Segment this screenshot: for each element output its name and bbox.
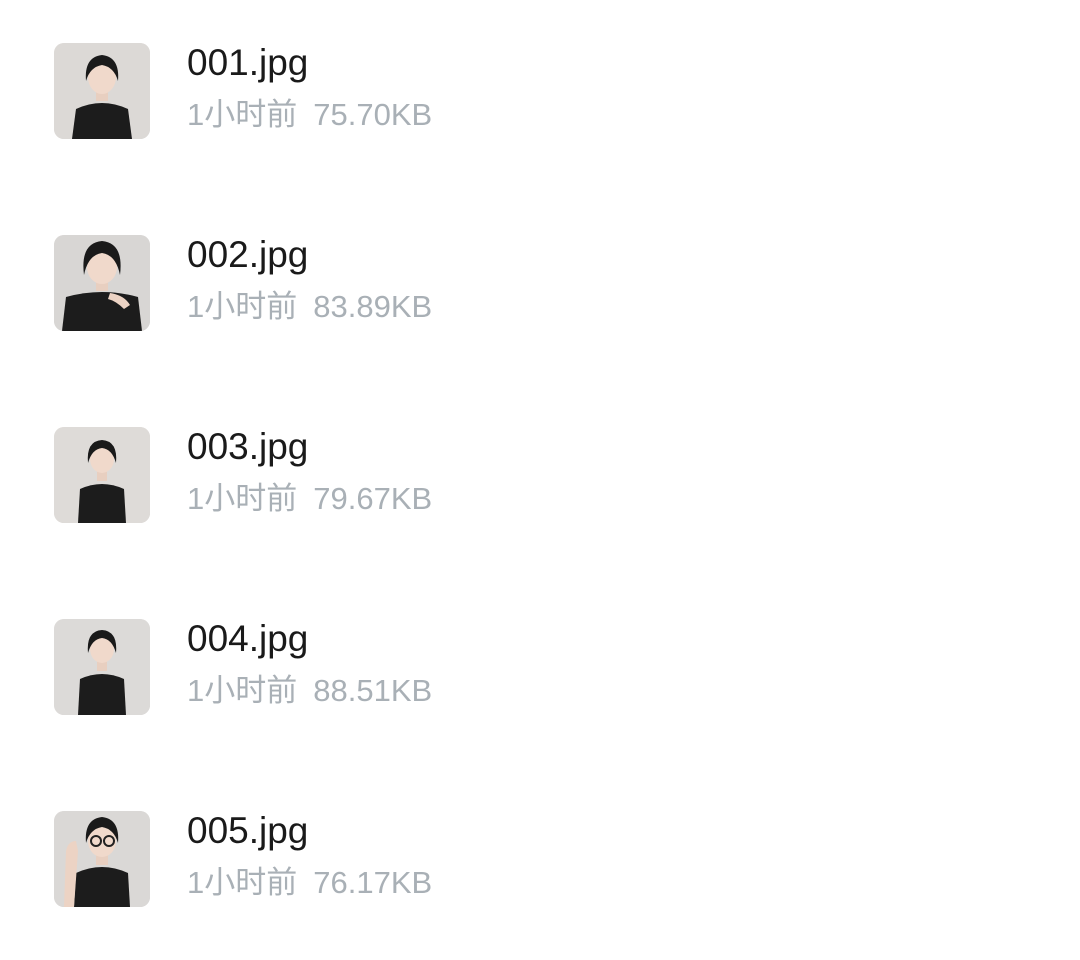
file-name[interactable]: 002.jpg	[187, 232, 308, 278]
photo-thumbnail[interactable]	[54, 811, 150, 907]
file-name[interactable]: 001.jpg	[187, 40, 308, 86]
file-meta: 1小时前 76.17KB	[187, 863, 432, 903]
file-time: 1小时前	[187, 97, 298, 132]
file-size: 88.51KB	[313, 673, 433, 708]
portrait-photo-icon	[54, 811, 150, 907]
file-row[interactable]: 005.jpg 1小时前 76.17KB	[0, 768, 1080, 960]
file-name[interactable]: 005.jpg	[187, 808, 308, 854]
portrait-photo-icon	[54, 235, 150, 331]
file-row[interactable]: 002.jpg 1小时前 83.89KB	[0, 192, 1080, 384]
file-meta: 1小时前 83.89KB	[187, 287, 432, 327]
portrait-photo-icon	[54, 43, 150, 139]
file-size: 75.70KB	[313, 97, 433, 132]
file-time: 1小时前	[187, 865, 298, 900]
file-row[interactable]: 003.jpg 1小时前 79.67KB	[0, 384, 1080, 576]
file-size: 76.17KB	[313, 865, 433, 900]
file-name[interactable]: 004.jpg	[187, 616, 308, 662]
portrait-photo-icon	[54, 619, 150, 715]
photo-thumbnail[interactable]	[54, 427, 150, 523]
file-row[interactable]: 001.jpg 1小时前 75.70KB	[0, 0, 1080, 192]
file-name[interactable]: 003.jpg	[187, 424, 308, 470]
file-meta: 1小时前 75.70KB	[187, 95, 432, 135]
file-size: 83.89KB	[313, 289, 433, 324]
file-row[interactable]: 004.jpg 1小时前 88.51KB	[0, 576, 1080, 768]
file-list: 001.jpg 1小时前 75.70KB 002.jpg 1小时前 83.89KB	[0, 0, 1080, 953]
file-time: 1小时前	[187, 481, 298, 516]
photo-thumbnail[interactable]	[54, 43, 150, 139]
file-meta: 1小时前 88.51KB	[187, 671, 432, 711]
photo-thumbnail[interactable]	[54, 619, 150, 715]
file-meta: 1小时前 79.67KB	[187, 479, 432, 519]
file-size: 79.67KB	[313, 481, 433, 516]
photo-thumbnail[interactable]	[54, 235, 150, 331]
file-time: 1小时前	[187, 289, 298, 324]
file-time: 1小时前	[187, 673, 298, 708]
portrait-photo-icon	[54, 427, 150, 523]
